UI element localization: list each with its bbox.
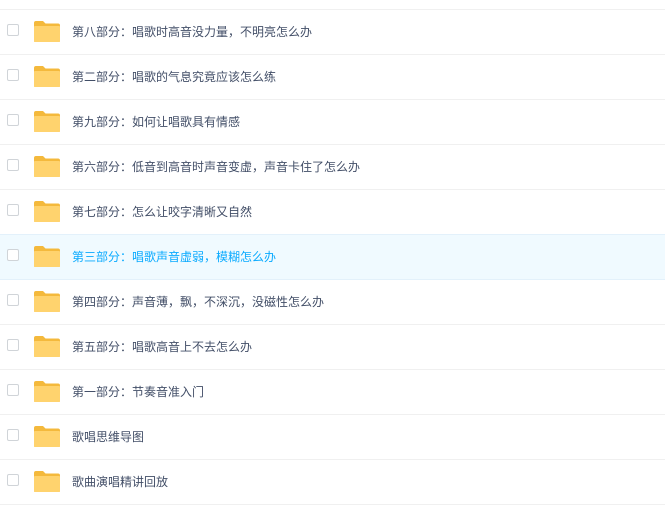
folder-icon: [33, 245, 61, 268]
folder-icon: [33, 380, 61, 403]
file-row[interactable]: 第一部分：节奏音准入门: [0, 370, 665, 415]
folder-icon: [33, 65, 61, 88]
folder-icon: [33, 200, 61, 223]
file-name[interactable]: 第二部分：唱歌的气息究竟应该怎么练: [72, 55, 276, 99]
file-name[interactable]: 第四部分：声音薄，飘，不深沉，没磁性怎么办: [72, 280, 324, 324]
file-row[interactable]: 歌曲演唱精讲回放: [0, 460, 665, 505]
folder-icon: [33, 20, 61, 43]
file-row[interactable]: 歌唱思维导图: [0, 415, 665, 460]
folder-icon: [33, 290, 61, 313]
file-row[interactable]: 第五部分：唱歌高音上不去怎么办: [0, 325, 665, 370]
file-name[interactable]: 第七部分：怎么让咬字清晰又自然: [72, 190, 252, 234]
row-checkbox[interactable]: [7, 204, 19, 216]
file-row[interactable]: 第八部分：唱歌时高音没力量，不明亮怎么办: [0, 10, 665, 55]
file-name[interactable]: 第一部分：节奏音准入门: [72, 370, 204, 414]
file-name[interactable]: 歌唱思维导图: [72, 415, 144, 459]
folder-icon: [33, 470, 61, 493]
row-checkbox[interactable]: [7, 69, 19, 81]
file-name[interactable]: 第五部分：唱歌高音上不去怎么办: [72, 325, 252, 369]
row-checkbox[interactable]: [7, 384, 19, 396]
file-name[interactable]: 第六部分：低音到高音时声音变虚，声音卡住了怎么办: [72, 145, 360, 189]
row-checkbox[interactable]: [7, 474, 19, 486]
folder-icon: [33, 110, 61, 133]
row-checkbox[interactable]: [7, 159, 19, 171]
file-row[interactable]: 第二部分：唱歌的气息究竟应该怎么练: [0, 55, 665, 100]
file-row[interactable]: 第四部分：声音薄，飘，不深沉，没磁性怎么办: [0, 280, 665, 325]
folder-icon: [33, 155, 61, 178]
folder-icon: [33, 425, 61, 448]
file-list: 第八部分：唱歌时高音没力量，不明亮怎么办 第二部分：唱歌的气息究竟应该怎么练 第…: [0, 10, 665, 505]
file-name[interactable]: 歌曲演唱精讲回放: [72, 460, 168, 504]
row-checkbox[interactable]: [7, 114, 19, 126]
row-checkbox[interactable]: [7, 249, 19, 261]
file-row[interactable]: 第九部分：如何让唱歌具有情感: [0, 100, 665, 145]
file-name[interactable]: 第九部分：如何让唱歌具有情感: [72, 100, 240, 144]
file-row[interactable]: 第六部分：低音到高音时声音变虚，声音卡住了怎么办: [0, 145, 665, 190]
file-row[interactable]: 第三部分：唱歌声音虚弱，模糊怎么办: [0, 235, 665, 280]
file-name[interactable]: 第八部分：唱歌时高音没力量，不明亮怎么办: [72, 10, 312, 54]
row-checkbox[interactable]: [7, 294, 19, 306]
file-name[interactable]: 第三部分：唱歌声音虚弱，模糊怎么办: [72, 235, 276, 279]
row-checkbox[interactable]: [7, 339, 19, 351]
row-checkbox[interactable]: [7, 429, 19, 441]
folder-icon: [33, 335, 61, 358]
row-checkbox[interactable]: [7, 24, 19, 36]
file-row[interactable]: 第七部分：怎么让咬字清晰又自然: [0, 190, 665, 235]
